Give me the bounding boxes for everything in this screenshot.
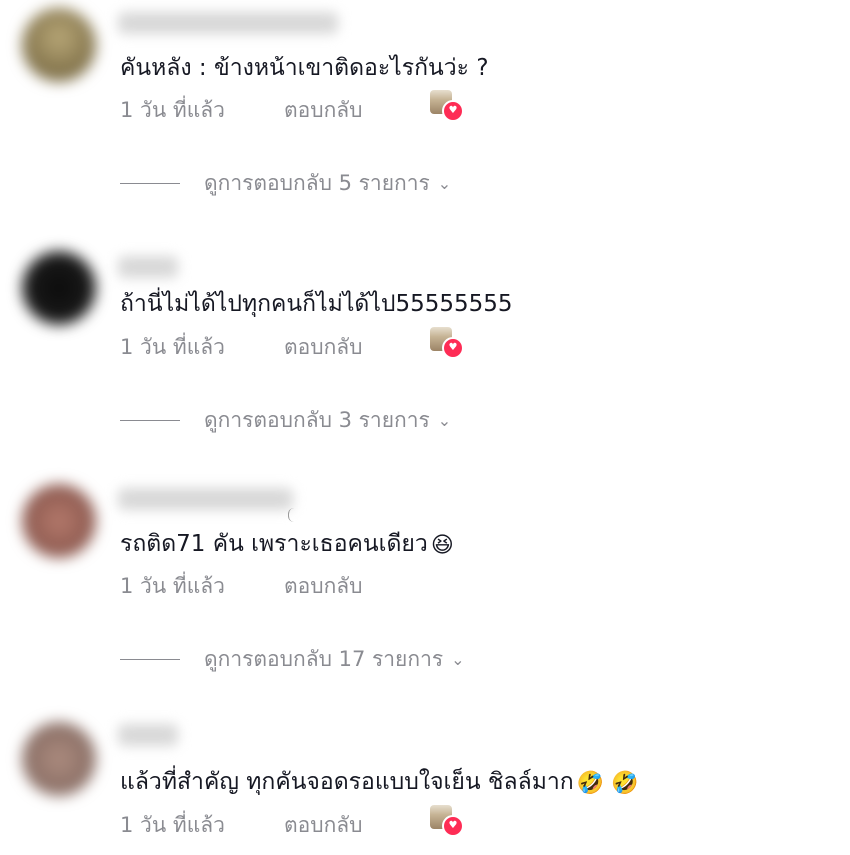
comment-timestamp: 1 วัน ที่แล้ว: [120, 813, 225, 837]
view-replies-label-wrap: ดูการตอบกลับ 17 รายการ ⌄: [204, 644, 465, 675]
divider-line: [120, 420, 180, 421]
reply-button[interactable]: ตอบกลับ: [284, 571, 363, 601]
emoji: 😆: [430, 533, 454, 558]
comment-text: ถ้านี่ไม่ได้ไปทุกคนก็ไม่ได้ไป55555555: [120, 288, 513, 320]
view-replies-label: ดูการตอบกลับ 17 รายการ: [204, 647, 444, 671]
blur-artifact: [288, 508, 295, 522]
comment-timestamp: 1 วัน ที่แล้ว: [120, 574, 225, 598]
view-replies-label-wrap: ดูการตอบกลับ 3 รายการ ⌄: [204, 405, 451, 436]
heart-icon: ♥: [442, 815, 464, 837]
comment-text-body: แล้วที่สำคัญ ทุกคันจอดรอแบบใจเย็น ชิลล์ม…: [120, 769, 574, 795]
comment-text: แล้วที่สำคัญ ทุกคันจอดรอแบบใจเย็น ชิลล์ม…: [120, 766, 639, 800]
liked-by-creator-badge: ♥: [428, 803, 464, 837]
comment-text-body: รถติด71 คัน เพราะเธอคนเดียว: [120, 531, 428, 557]
chevron-down-icon: ⌄: [437, 411, 452, 430]
view-replies-label: ดูการตอบกลับ 3 รายการ: [204, 408, 430, 432]
reply-button[interactable]: ตอบกลับ: [284, 810, 363, 840]
avatar[interactable]: [22, 722, 96, 796]
comment-text: รถติด71 คัน เพราะเธอคนเดียว 😆: [120, 528, 454, 562]
username-blurred[interactable]: [118, 488, 293, 510]
avatar[interactable]: [22, 251, 96, 325]
comment-item: แล้วที่สำคัญ ทุกคันจอดรอแบบใจเย็น ชิลล์ม…: [0, 0, 850, 837]
comment-timestamp: 1 วัน ที่แล้ว: [120, 335, 225, 359]
chevron-down-icon: ⌄: [451, 650, 465, 669]
heart-icon: ♥: [442, 337, 464, 359]
divider-line: [120, 659, 180, 660]
username-blurred[interactable]: [118, 256, 178, 278]
username-blurred[interactable]: [118, 724, 178, 746]
comment-text-body: ถ้านี่ไม่ได้ไปทุกคนก็ไม่ได้ไป55555555: [120, 291, 513, 317]
emoji: 🤣 🤣: [576, 771, 639, 796]
avatar[interactable]: [22, 484, 96, 558]
reply-button[interactable]: ตอบกลับ: [284, 332, 363, 362]
liked-by-creator-badge: ♥: [428, 325, 464, 359]
